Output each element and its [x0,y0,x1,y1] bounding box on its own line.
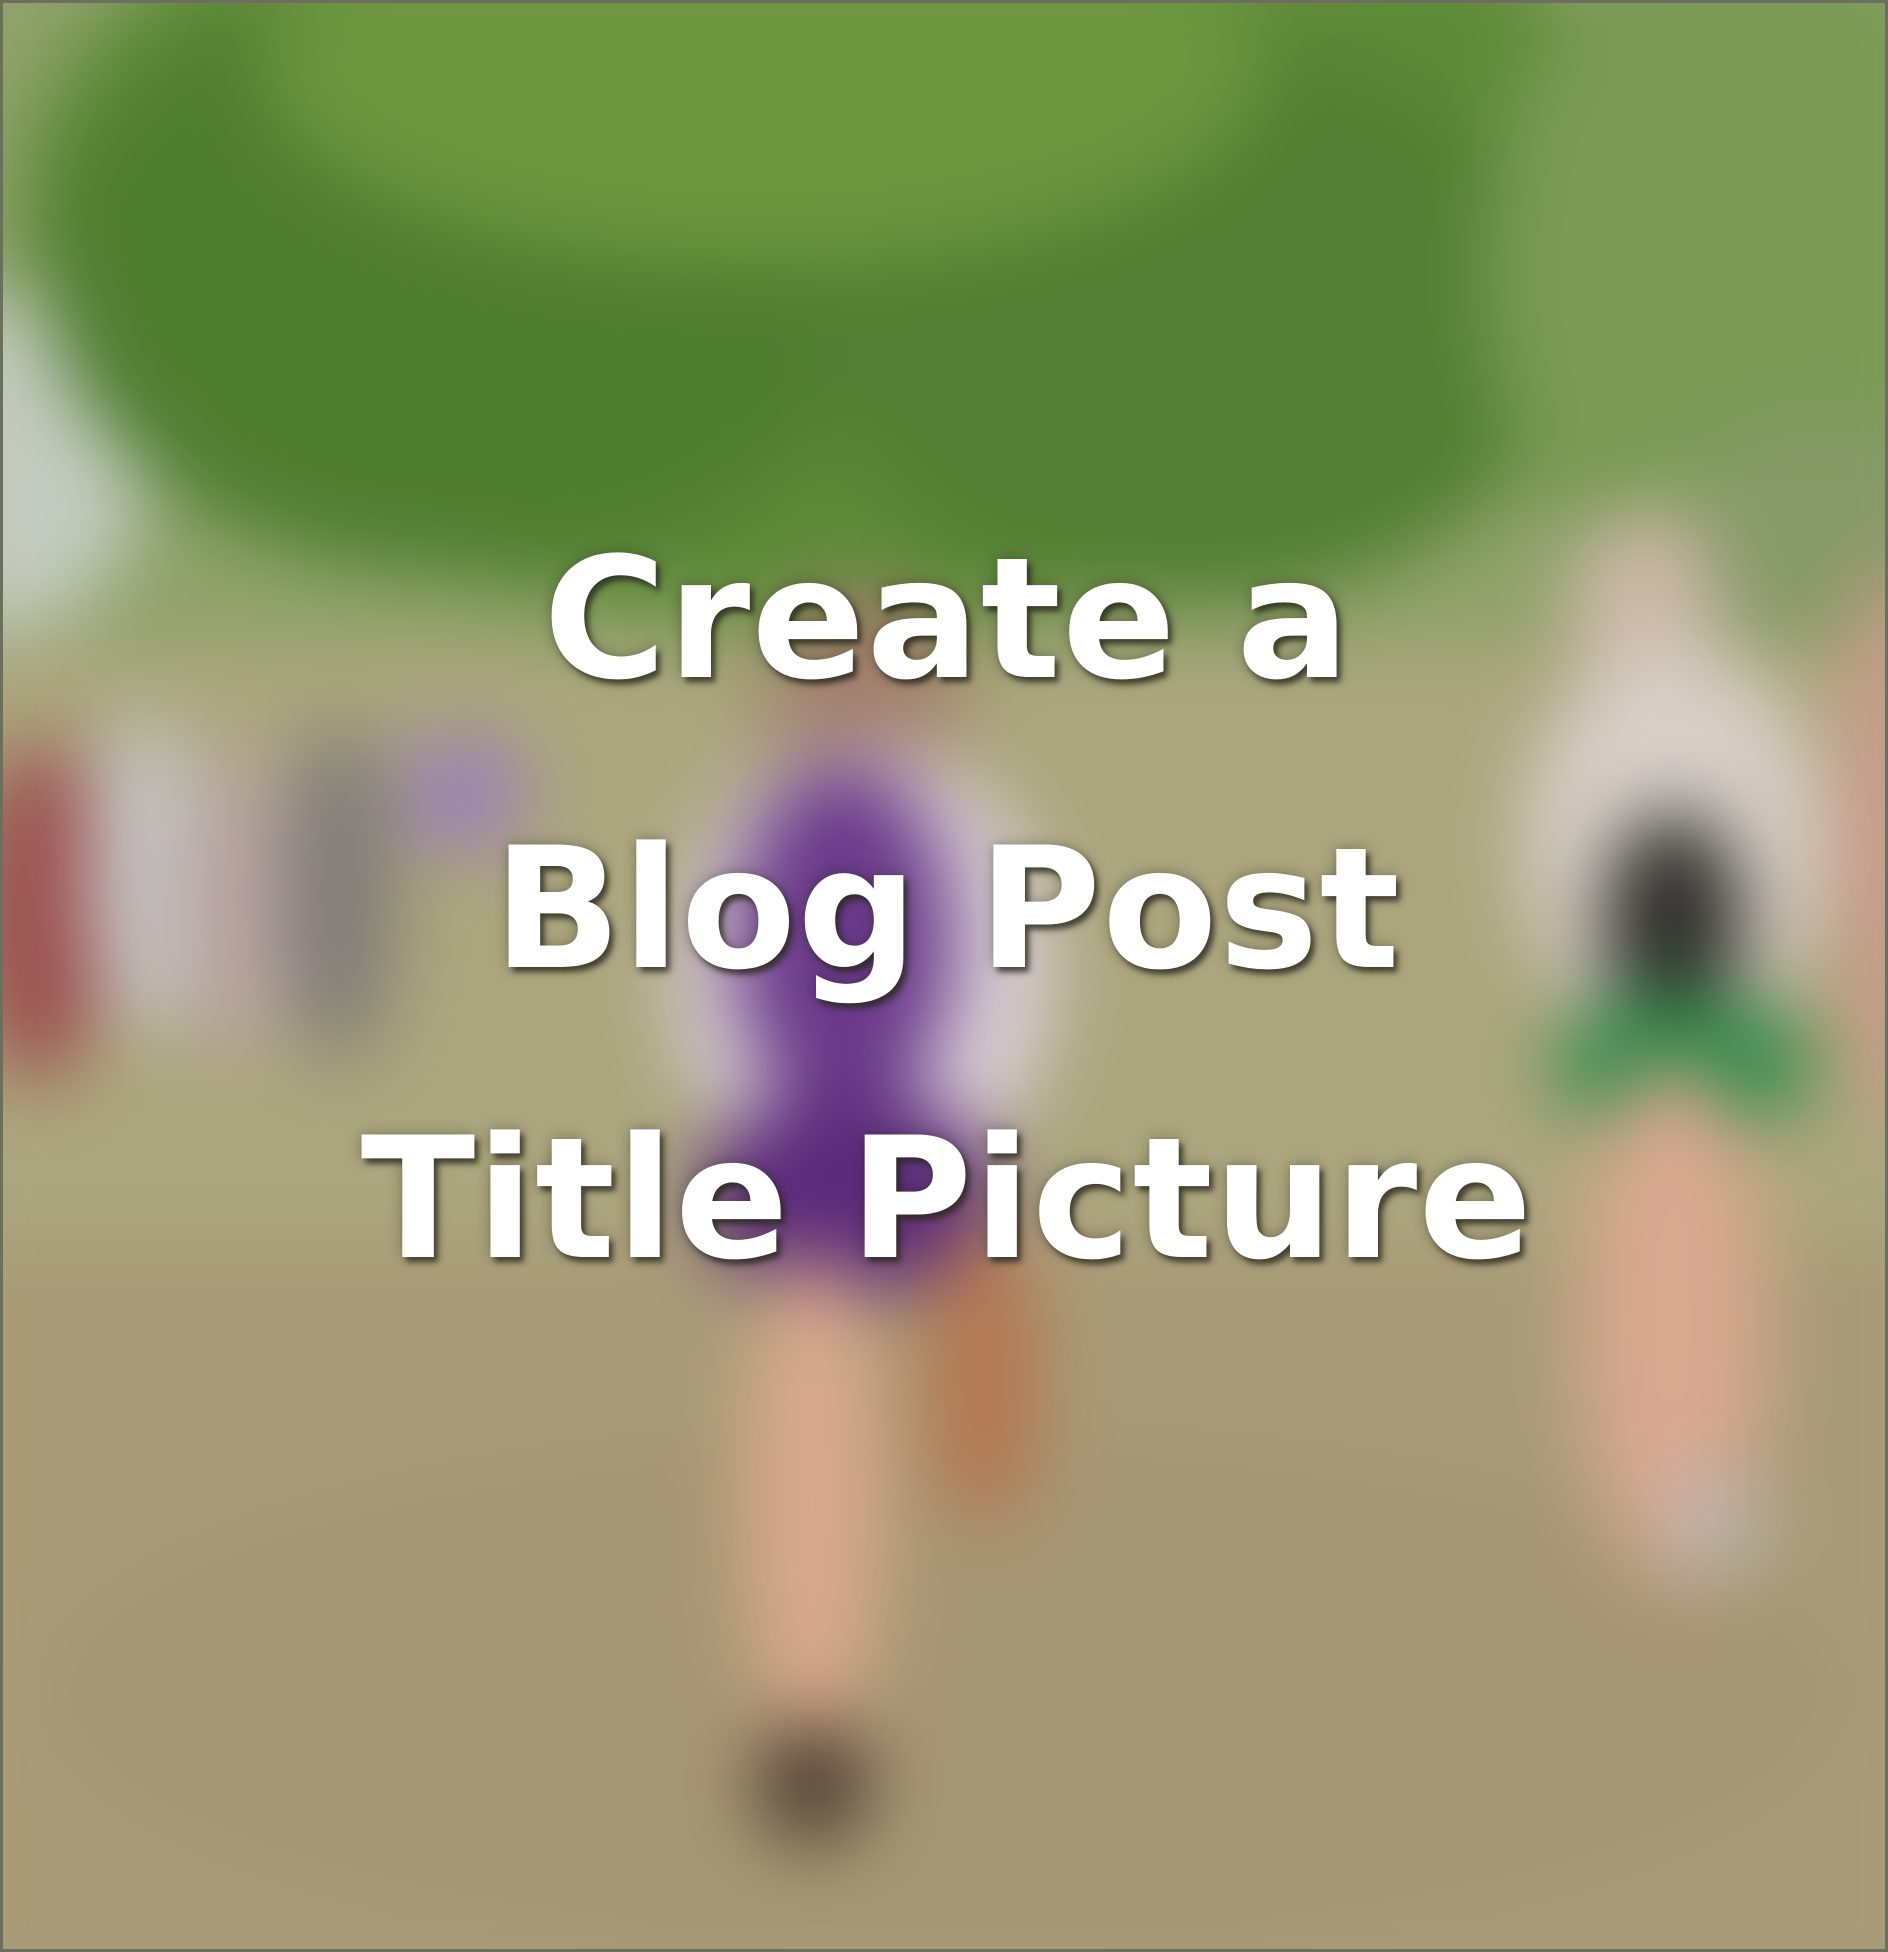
dirt-path [43,1433,1843,1949]
runner-shoe [758,1723,868,1843]
photo-frame: Create a Blog Post Title Picture [0,0,1888,1952]
runner-jersey-purple [733,763,953,1123]
runner2-shoe [1663,1463,1763,1583]
spectator-purple [403,733,523,853]
blurred-background-photo [3,3,1885,1949]
spectator-pink [173,743,293,1063]
photo-scene [3,3,1885,1949]
runner-leg-right [923,1223,1043,1523]
spectator-dark [283,723,393,1063]
runner-leg-left [743,1253,883,1753]
